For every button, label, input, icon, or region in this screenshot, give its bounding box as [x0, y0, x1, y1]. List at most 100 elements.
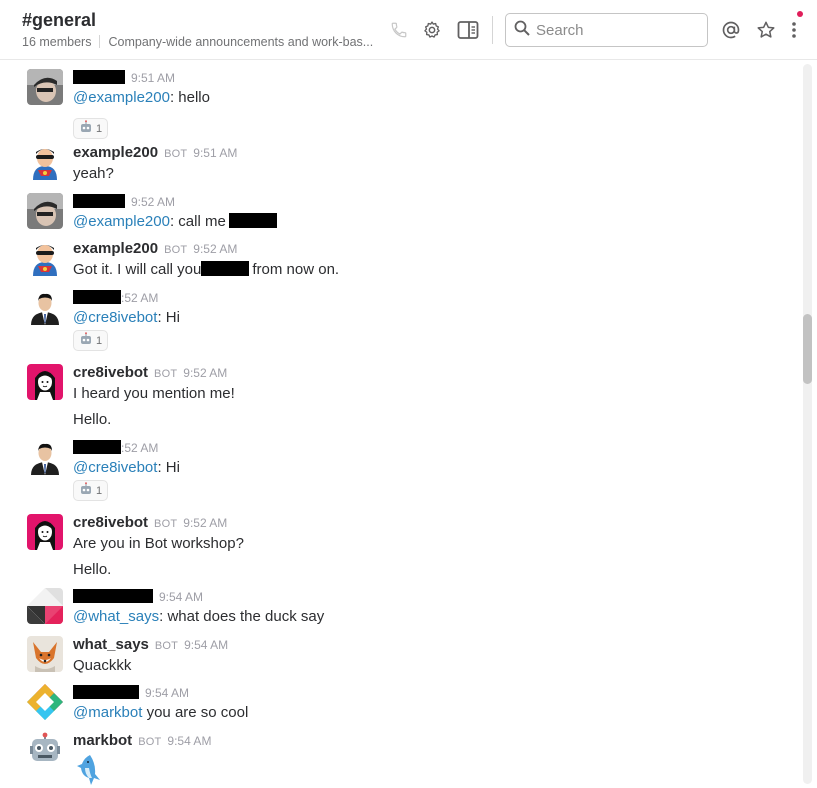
- message-text: @what_says: what does the duck say: [73, 608, 324, 625]
- avatar[interactable]: [27, 514, 63, 550]
- member-count[interactable]: 16 members: [22, 35, 91, 49]
- avatar[interactable]: [27, 193, 63, 229]
- reaction-pill[interactable]: 1: [73, 480, 109, 501]
- message-text: I heard you mention me!: [73, 385, 235, 402]
- timestamp[interactable]: 9:52 AM: [193, 242, 237, 256]
- message-text: @cre8ivebot: Hi: [73, 459, 180, 476]
- avatar[interactable]: [27, 240, 63, 276]
- reaction-pill[interactable]: 1: [73, 118, 109, 139]
- message-text: @markbot you are so cool: [73, 704, 248, 721]
- redacted-username: [73, 685, 139, 699]
- search-icon: [514, 20, 530, 41]
- user-mention[interactable]: @example200: [73, 213, 170, 230]
- channel-meta: 16 members Company-wide announcements and…: [22, 35, 373, 49]
- user-mention[interactable]: @markbot: [73, 704, 142, 721]
- divider: [99, 35, 101, 48]
- gear-icon[interactable]: [420, 18, 444, 42]
- message-text: Got it. I will call you from now on.: [73, 261, 339, 278]
- avatar[interactable]: [27, 684, 63, 720]
- robot-icon: [79, 120, 93, 137]
- message-body: Got it. I will call you: [73, 261, 202, 278]
- redacted-name: [228, 213, 277, 228]
- at-sign-icon[interactable]: [719, 18, 743, 42]
- message-text: Hello.: [73, 561, 112, 578]
- message-body-end: from now on.: [252, 261, 340, 278]
- avatar[interactable]: [27, 364, 63, 400]
- message-text: Quackkk: [73, 657, 132, 674]
- redacted-username: [73, 290, 121, 304]
- author-name[interactable]: cre8ivebot: [73, 364, 148, 381]
- avatar[interactable]: [27, 289, 63, 325]
- bot-badge: BOT: [138, 736, 162, 748]
- redacted-name: [201, 261, 250, 276]
- message-text: yeah?: [73, 165, 114, 182]
- timestamp[interactable]: 9:52 AM: [131, 195, 175, 209]
- message-text: @cre8ivebot: Hi: [73, 309, 180, 326]
- avatar[interactable]: [27, 144, 63, 180]
- timestamp[interactable]: 9:54 AM: [145, 686, 189, 700]
- message-text: @example200: call me: [73, 213, 277, 230]
- author-name[interactable]: example200: [73, 240, 158, 257]
- bot-badge: BOT: [154, 368, 178, 380]
- reaction-count: 1: [96, 334, 103, 347]
- user-mention[interactable]: @what_says: [73, 608, 159, 625]
- timestamp[interactable]: :52 AM: [121, 291, 158, 305]
- avatar[interactable]: [27, 732, 63, 768]
- author-name[interactable]: what_says: [73, 636, 149, 653]
- message-header: :52 AM: [73, 289, 158, 307]
- timestamp[interactable]: 9:54 AM: [159, 590, 203, 604]
- reaction-pill[interactable]: 1: [73, 330, 109, 351]
- timestamp[interactable]: :52 AM: [121, 441, 158, 455]
- user-mention[interactable]: @cre8ivebot: [73, 309, 157, 326]
- message-body: : call me: [169, 213, 226, 230]
- more-vertical-icon[interactable]: [784, 18, 804, 42]
- message-header: 9:54 AM: [73, 684, 189, 702]
- avatar[interactable]: [27, 636, 63, 672]
- channel-header: #general 16 members Company-wide announce…: [0, 0, 817, 60]
- author-name[interactable]: cre8ivebot: [73, 514, 148, 531]
- message-header: cre8ivebot BOT 9:52 AM: [73, 514, 227, 532]
- scrollbar[interactable]: [803, 64, 812, 784]
- channel-name[interactable]: #general: [22, 10, 96, 31]
- search-box[interactable]: [505, 13, 708, 47]
- message-header: what_says BOT 9:54 AM: [73, 636, 228, 654]
- avatar[interactable]: [27, 588, 63, 624]
- timestamp[interactable]: 9:54 AM: [167, 734, 211, 748]
- reaction-count: 1: [96, 484, 103, 497]
- redacted-username: [73, 589, 153, 603]
- author-name[interactable]: markbot: [73, 732, 132, 749]
- avatar[interactable]: [27, 69, 63, 105]
- reaction-count: 1: [96, 122, 103, 135]
- timestamp[interactable]: 9:54 AM: [184, 638, 228, 652]
- message-body: : Hi: [157, 459, 180, 476]
- phone-icon[interactable]: [387, 18, 411, 42]
- robot-icon: [79, 332, 93, 349]
- sidebar-panel-icon[interactable]: [456, 18, 480, 42]
- user-mention[interactable]: @cre8ivebot: [73, 459, 157, 476]
- timestamp[interactable]: 9:52 AM: [183, 516, 227, 530]
- shark-icon: [76, 754, 102, 788]
- avatar[interactable]: [27, 439, 63, 475]
- timestamp[interactable]: 9:51 AM: [193, 146, 237, 160]
- scrollbar-thumb[interactable]: [803, 314, 812, 384]
- bot-badge: BOT: [154, 518, 178, 530]
- timestamp[interactable]: 9:52 AM: [183, 366, 227, 380]
- redacted-username: [73, 440, 121, 454]
- header-divider: [492, 16, 493, 44]
- message-body: you are so cool: [142, 704, 249, 721]
- channel-topic[interactable]: Company-wide announcements and work-bas.…: [108, 35, 373, 49]
- star-icon[interactable]: [754, 18, 778, 42]
- redacted-username: [73, 70, 125, 84]
- search-input[interactable]: [536, 21, 696, 39]
- message-text: @example200: hello: [73, 89, 210, 106]
- message-header: 9:51 AM: [73, 69, 175, 87]
- message-text: Hello.: [73, 411, 112, 428]
- message-header: 9:52 AM: [73, 193, 175, 211]
- user-mention[interactable]: @example200: [73, 89, 170, 106]
- message-header: cre8ivebot BOT 9:52 AM: [73, 364, 227, 382]
- message-list: 9:51 AM @example200: hello 1 example200 B…: [0, 61, 803, 788]
- notification-dot: [797, 11, 803, 17]
- timestamp[interactable]: 9:51 AM: [131, 71, 175, 85]
- author-name[interactable]: example200: [73, 144, 158, 161]
- message-header: markbot BOT 9:54 AM: [73, 732, 211, 750]
